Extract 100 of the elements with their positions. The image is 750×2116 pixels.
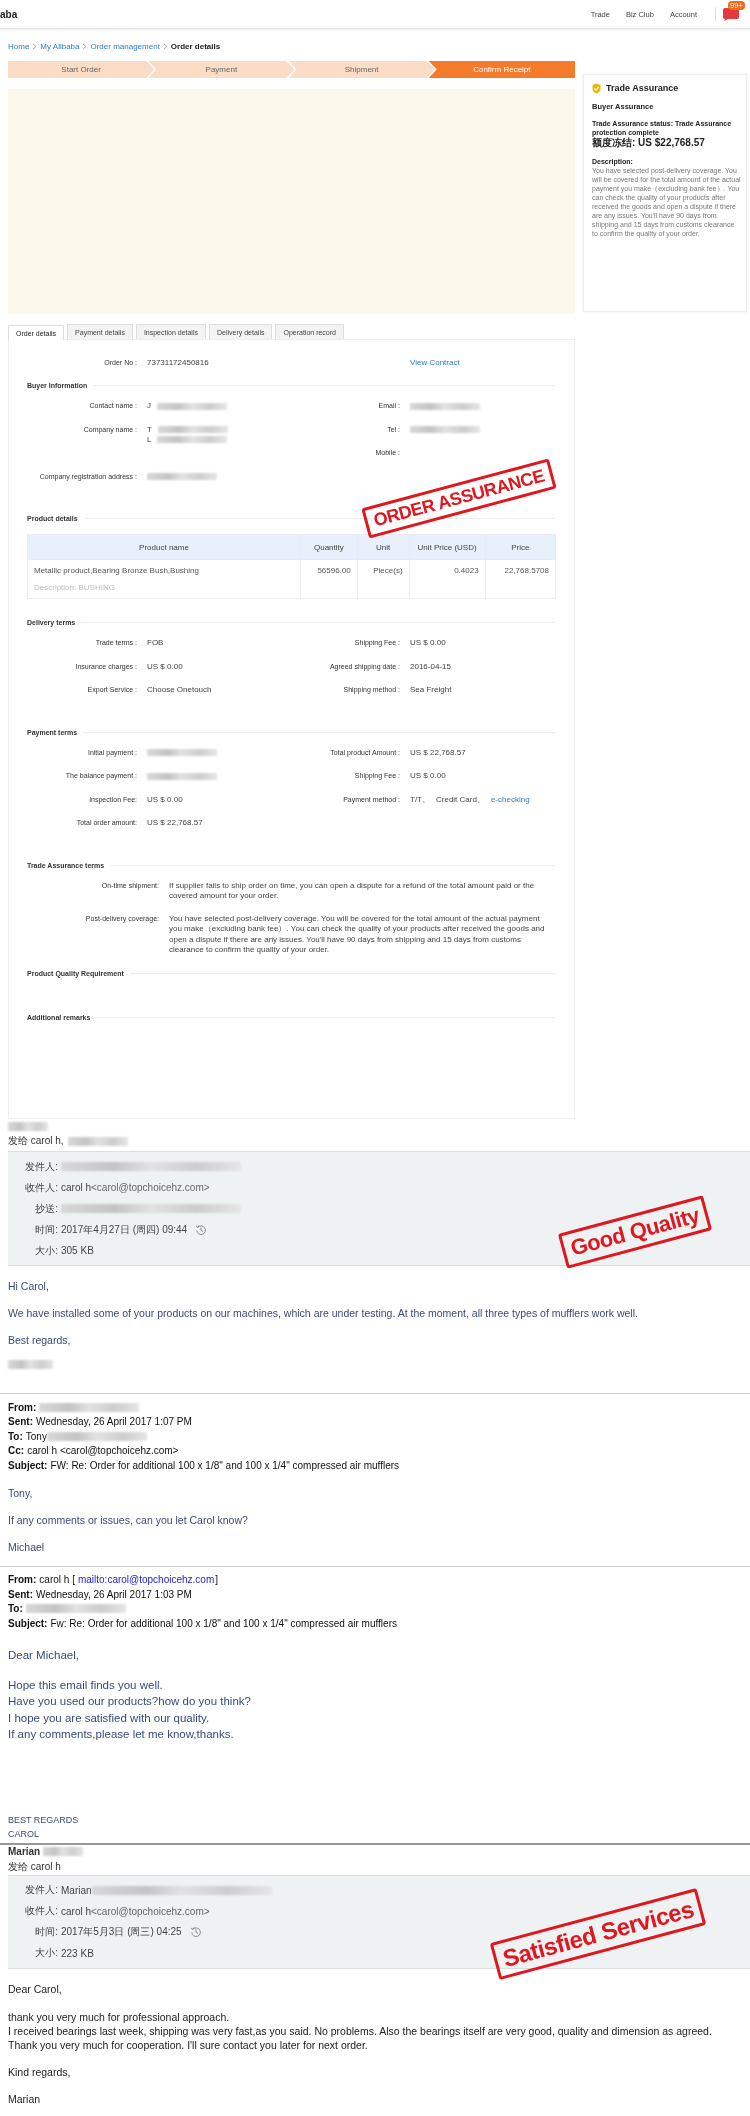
redaction-blur [157, 426, 228, 433]
redaction-blur [147, 749, 217, 756]
field-value-text: US $ 0.00 [147, 794, 183, 805]
email-address: <carol@topchoicehz.com> [91, 1182, 210, 1193]
table-cell-text: Metallic product,Bearing Bronze Bush,Bushing [34, 566, 200, 575]
redaction-blur [8, 1359, 53, 1369]
recipient-text: 发给 carol h, [8, 1134, 64, 1148]
table-cell: 22,768.5708 [504, 566, 549, 575]
field-value-text: US $ 22,768.57 [147, 818, 203, 828]
header-value-text: ] [215, 1574, 219, 1586]
message-text: Kind regards, [8, 2065, 72, 2079]
message-text: We have installed some of your products on our machines, which are under testing. At the moment, all three types of mufflers work well. [8, 1307, 639, 1320]
history-icon [189, 1926, 202, 1938]
header-value-text: Tony [25, 1430, 47, 1442]
header-value-text: 305 KB [61, 1245, 94, 1256]
field-value-text: T/T、 [410, 794, 430, 805]
table-cell: Piece(s) [373, 566, 403, 575]
field-value-text: US $ 22,768.57 [410, 747, 466, 758]
message-text: Dear Carol, [8, 1982, 63, 1996]
breadcrumb-link[interactable]: Home [8, 41, 30, 51]
header-value-text: carol h [ [39, 1574, 75, 1586]
link[interactable]: mailto:carol@topchoicehz.com [77, 1574, 215, 1586]
order-number: 73731172450816 [147, 358, 210, 368]
header-value-text: carol h [61, 1905, 91, 1917]
header-label: From: [8, 1574, 37, 1586]
header-label: From: [8, 1401, 37, 1413]
header-label: 发件人: [24, 1159, 58, 1174]
field-value-text: Choose Onetouch [147, 685, 212, 695]
header-label: 时间: [34, 1222, 58, 1237]
column-header: Price [485, 534, 556, 560]
breadcrumb-link[interactable]: Order management [90, 41, 160, 51]
header-label: Subject: [8, 1459, 48, 1471]
header-value-text: 2017年4月27日 (周四) 09:44 [61, 1222, 188, 1237]
header-value-text: Wednesday, 26 April 2017 1:03 PM [36, 1588, 192, 1600]
redaction-blur [147, 772, 217, 780]
message-text: Hi Carol, [8, 1280, 50, 1293]
message-text: Marian [8, 2092, 42, 2106]
message-text: If any comments,please let me know,thanks. [8, 1727, 235, 1742]
message-text: I received bearings last week, shipping was very fast,as you said. No problems. Also the bearings itself are very good, quality and dimension as agreed. [8, 2023, 713, 2038]
message-text: Hope this email finds you well. [8, 1677, 164, 1693]
logo-text[interactable]: aba [0, 8, 18, 20]
header-value-text: carol h <carol@topchoicehz.com> [27, 1445, 179, 1457]
header-value-text: FW: Re: Order for additional 100 x 1/8" and 100 x 1/4" compressed air mufflers [50, 1459, 400, 1471]
message-text: Thank you very much for cooperation. I'll sure contact you later for next order. [8, 2037, 369, 2052]
header-label: To: [8, 1430, 23, 1442]
terms-text: If supplier fails to ship order on time, you can open a dispute for a refund of the total amount paid or the covered amount for your order. [169, 880, 536, 902]
message-text: CAROL [8, 1827, 40, 1841]
link[interactable]: e-checking [490, 794, 530, 805]
redaction-blur [67, 1136, 128, 1146]
field-value-text: J [147, 401, 151, 411]
message-text: I hope you are satisfied with our quality. [8, 1710, 211, 1726]
column-header: Unit [357, 534, 410, 560]
card-title: Trade Assurance [606, 83, 679, 94]
header-label: 大小: [34, 1946, 58, 1960]
header-label: 收件人: [24, 1904, 58, 1918]
breadcrumb-link[interactable]: Order details [170, 41, 221, 51]
field-value-text: US $ 0.00 [147, 661, 183, 672]
header-value-text: 223 KB [61, 1947, 94, 1959]
email-address: <carol@topchoicehz.com> [91, 1905, 210, 1917]
header-value-text: Wednesday, 26 April 2017 1:07 PM [36, 1416, 192, 1428]
chevron-icon [162, 42, 168, 50]
message-text: Best regards, [8, 1334, 72, 1347]
header-label: Sent: [8, 1588, 33, 1600]
frozen-amount: 额度冻结: US $22,768.57 [592, 137, 706, 149]
redaction-blur [410, 402, 480, 410]
sender-name-text: Marian [8, 1846, 41, 1857]
message-text: Dear Michael, [8, 1648, 80, 1661]
header-label: 大小: [34, 1243, 58, 1258]
table-cell: 0.4023 [454, 566, 479, 575]
header-label: 抄送: [34, 1201, 58, 1216]
field-value-text: 2016-04-15 [410, 661, 451, 672]
message-text: Tony, [8, 1486, 34, 1500]
redaction-blur [43, 1847, 84, 1856]
progress-step: Shipment [288, 61, 435, 78]
header-value-text: carol h [61, 1182, 91, 1193]
redaction-blur [410, 426, 480, 433]
message-icon [722, 7, 740, 21]
redaction-blur [157, 402, 227, 410]
header-label: 发件人: [24, 1883, 58, 1897]
redaction-blur [8, 1121, 48, 1131]
history-icon [195, 1223, 208, 1236]
header-label: Cc: [8, 1445, 25, 1457]
message-text: Michael [8, 1540, 46, 1554]
header-label: 时间: [34, 1925, 58, 1939]
terms-text: You have selected post-delivery coverage. You will be covered for the total amount of the actual payment you make（excluding bank fee）. You can check the quality of your products after received the goods and open a dispute if there are any issues. You'll have 90 days from shipping and 15 days from customs clearance to confirm the quality of your order. [169, 913, 546, 956]
header-label: Sent: [8, 1416, 33, 1428]
header-value-text: 2017年5月3日 (周三) 04:25 [61, 1925, 182, 1939]
redaction-blur [147, 473, 217, 480]
progress-step: Start Order [8, 61, 155, 78]
shield-icon [592, 83, 601, 94]
message-text: If any comments or issues, can you let Carol know? [8, 1513, 249, 1527]
breadcrumb-link[interactable]: My Alibaba [40, 41, 80, 51]
message-text: Have you used our products?how do you think? [8, 1694, 252, 1709]
field-value-text: T [147, 424, 152, 435]
view-contract-link[interactable]: View Contract [410, 358, 460, 367]
table-cell: 56596.00 [317, 566, 351, 575]
chevron-icon [82, 42, 88, 50]
field-value-text: US $ 0.00 [410, 771, 446, 781]
progress-step: Payment [148, 61, 295, 78]
field-value-text: US $ 0.00 [410, 638, 446, 648]
